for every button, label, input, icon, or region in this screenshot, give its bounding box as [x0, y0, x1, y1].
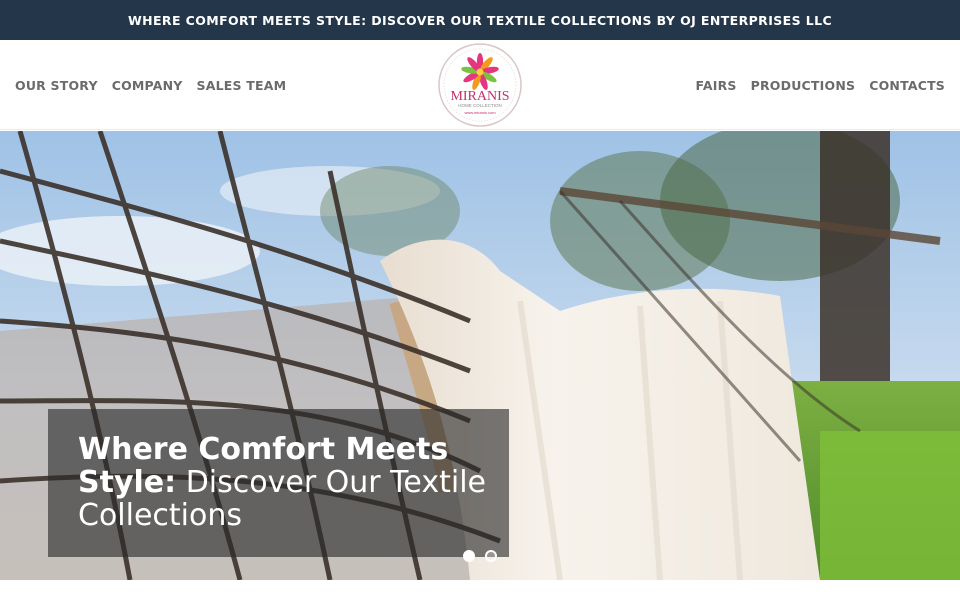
- hero-slider: Where Comfort Meets Style: Discover Our …: [0, 131, 960, 580]
- nav-our-story[interactable]: OUR STORY: [15, 78, 98, 93]
- site-logo[interactable]: MIRANIS HOME COLLECTION www.miranis.com: [436, 42, 524, 128]
- nav-left: OUR STORY COMPANY SALES TEAM: [15, 40, 286, 130]
- hero-caption: Where Comfort Meets Style: Discover Our …: [48, 409, 509, 557]
- nav-right: FAIRS PRODUCTIONS CONTACTS: [696, 40, 945, 130]
- page-bottom: [0, 580, 960, 600]
- logo-url: www.miranis.com: [464, 110, 496, 115]
- nav-productions[interactable]: PRODUCTIONS: [751, 78, 856, 93]
- announcement-bar: WHERE COMFORT MEETS STYLE: DISCOVER OUR …: [0, 0, 960, 40]
- site-header: OUR STORY COMPANY SALES TEAM MIRANIS HOM…: [0, 40, 960, 130]
- logo-brand: MIRANIS: [450, 89, 509, 104]
- logo-emblem: MIRANIS HOME COLLECTION www.miranis.com: [438, 43, 522, 127]
- slider-dots: [463, 550, 497, 562]
- logo-subtitle: HOME COLLECTION: [458, 103, 502, 108]
- slider-dot-2[interactable]: [485, 550, 497, 562]
- nav-contacts[interactable]: CONTACTS: [869, 78, 945, 93]
- nav-company[interactable]: COMPANY: [112, 78, 183, 93]
- announcement-text: WHERE COMFORT MEETS STYLE: DISCOVER OUR …: [127, 12, 833, 28]
- nav-fairs[interactable]: FAIRS: [696, 78, 737, 93]
- nav-sales-team[interactable]: SALES TEAM: [197, 78, 287, 93]
- slider-dot-1[interactable]: [463, 550, 475, 562]
